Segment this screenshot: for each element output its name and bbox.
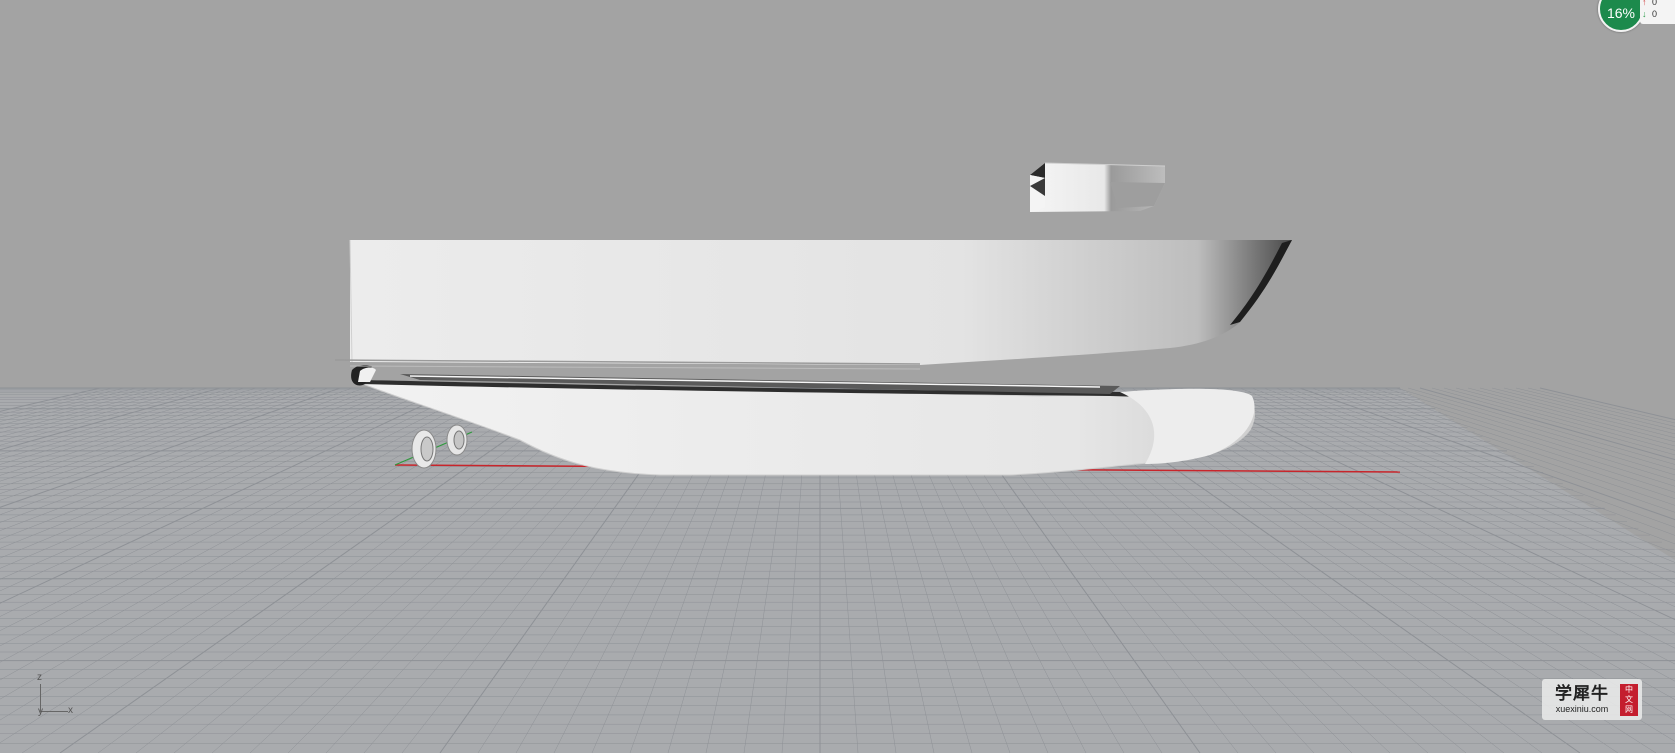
download-speed-value: 0 [1652,9,1658,19]
x-axis-label: x [68,705,73,716]
cabin-block[interactable] [1030,162,1166,212]
arrow-down-icon: ↓ [1642,9,1647,19]
watermark-seal: 中 文 网 [1620,683,1638,716]
upload-speed-value: 0 [1652,0,1658,7]
watermark-text: 学犀牛 xuexiniu.com [1548,684,1616,715]
seal-char: 文 [1625,694,1633,704]
watermark-site: xuexiniu.com [1555,704,1609,714]
main-hull[interactable] [334,239,1292,370]
viewport-scene[interactable] [0,0,1675,753]
z-axis-label: z [37,672,42,683]
watermark-name: 学犀牛 [1555,684,1609,704]
axis-indicator: z y x [32,672,82,717]
rhino-perspective-viewport[interactable]: z y x 16% ↑ 0 ↓ 0 学犀牛 xuexiniu.com 中 文 网 [0,0,1675,753]
arrow-up-icon: ↑ [1642,0,1647,7]
network-speed-panel[interactable]: ↑ 0 ↓ 0 [1640,0,1675,24]
site-watermark: 学犀牛 xuexiniu.com 中 文 网 [1542,679,1642,720]
seal-char: 中 [1625,684,1633,694]
seal-char: 网 [1625,704,1633,714]
x-axis-tick [40,711,68,712]
y-axis-label: y [38,706,43,717]
